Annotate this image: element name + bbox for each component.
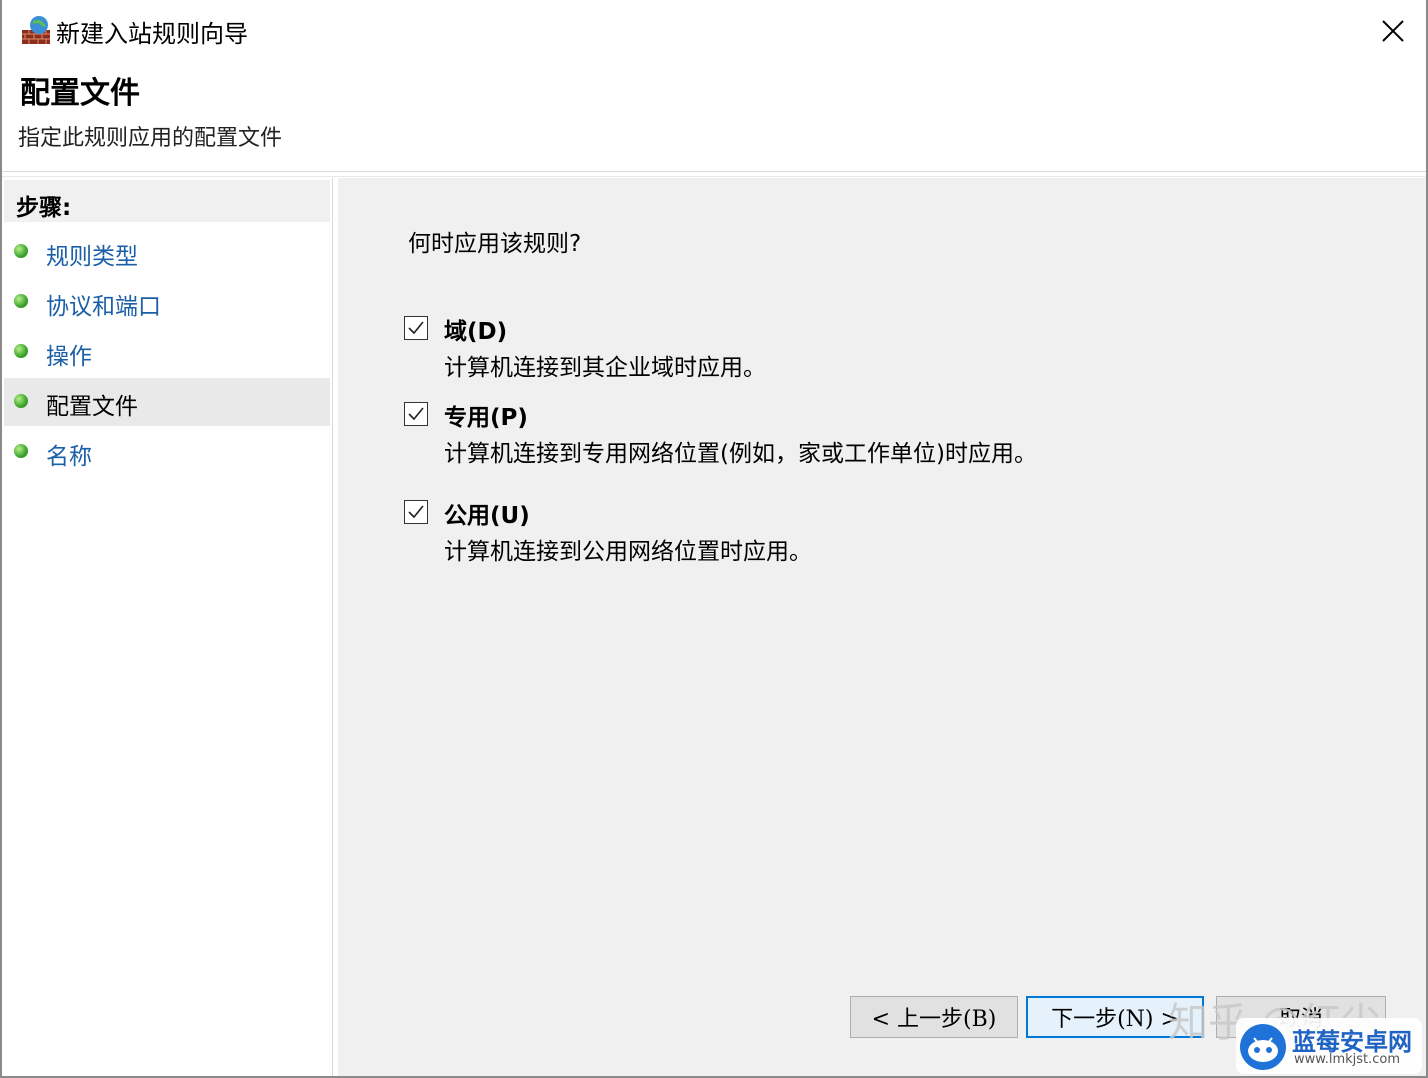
steps-sidebar: 步骤: 规则类型 协议和端口 操作 配置文件 名称 (2, 178, 333, 1076)
public-description: 计算机连接到公用网络位置时应用。 (444, 539, 812, 565)
question-label: 何时应用该规则? (408, 231, 582, 257)
sidebar-item-rule-type[interactable]: 规则类型 (4, 228, 330, 276)
sidebar-item-profile[interactable]: 配置文件 (4, 378, 330, 426)
sidebar-item-action[interactable]: 操作 (4, 328, 330, 376)
green-dot-icon (14, 244, 28, 258)
sidebar-item-label: 协议和端口 (46, 294, 161, 320)
green-dot-icon (14, 344, 28, 358)
domain-checkbox[interactable] (404, 316, 428, 340)
close-icon (1382, 20, 1404, 42)
close-button[interactable] (1370, 8, 1416, 54)
domain-label[interactable]: 域(D) (444, 312, 507, 346)
robot-icon (1240, 1024, 1286, 1070)
steps-header: 步骤: (4, 180, 330, 222)
firewall-globe-icon (22, 16, 50, 44)
sidebar-item-name[interactable]: 名称 (4, 428, 330, 476)
green-dot-icon (14, 444, 28, 458)
checkmark-icon (408, 505, 424, 519)
private-checkbox[interactable] (404, 402, 428, 426)
sidebar-item-label: 操作 (46, 344, 92, 370)
checkmark-icon (408, 321, 424, 335)
sidebar-item-label: 规则类型 (46, 244, 138, 270)
sidebar-item-label: 配置文件 (46, 394, 138, 420)
page-title: 配置文件 (20, 76, 140, 111)
green-dot-icon (14, 394, 28, 408)
sidebar-item-label: 名称 (46, 444, 92, 470)
private-label[interactable]: 专用(P) (444, 398, 528, 432)
steps-heading: 步骤: (16, 195, 72, 221)
title-bar: 新建入站规则向导 (2, 0, 1426, 60)
window-title: 新建入站规则向导 (56, 20, 248, 48)
site-logo: 蓝莓安卓网 www.lmkjst.com (1236, 1018, 1422, 1074)
green-dot-icon (14, 294, 28, 308)
back-button[interactable]: < 上一步(B) (850, 996, 1018, 1038)
logo-url: www.lmkjst.com (1294, 1052, 1401, 1067)
public-label[interactable]: 公用(U) (444, 496, 530, 530)
wizard-window: 新建入站规则向导 配置文件 指定此规则应用的配置文件 步骤: 规则类型 协议和端… (0, 0, 1428, 1078)
sidebar-item-protocol-ports[interactable]: 协议和端口 (4, 278, 330, 326)
main-content: 何时应用该规则? 域(D) 计算机连接到其企业域时应用。 专用(P) 计算机连接… (338, 178, 1426, 1076)
page-subtitle: 指定此规则应用的配置文件 (18, 126, 283, 151)
domain-description: 计算机连接到其企业域时应用。 (444, 355, 766, 381)
private-description: 计算机连接到专用网络位置(例如，家或工作单位)时应用。 (444, 441, 1037, 467)
checkmark-icon (408, 407, 424, 421)
public-checkbox[interactable] (404, 500, 428, 524)
header-divider (2, 171, 1426, 177)
